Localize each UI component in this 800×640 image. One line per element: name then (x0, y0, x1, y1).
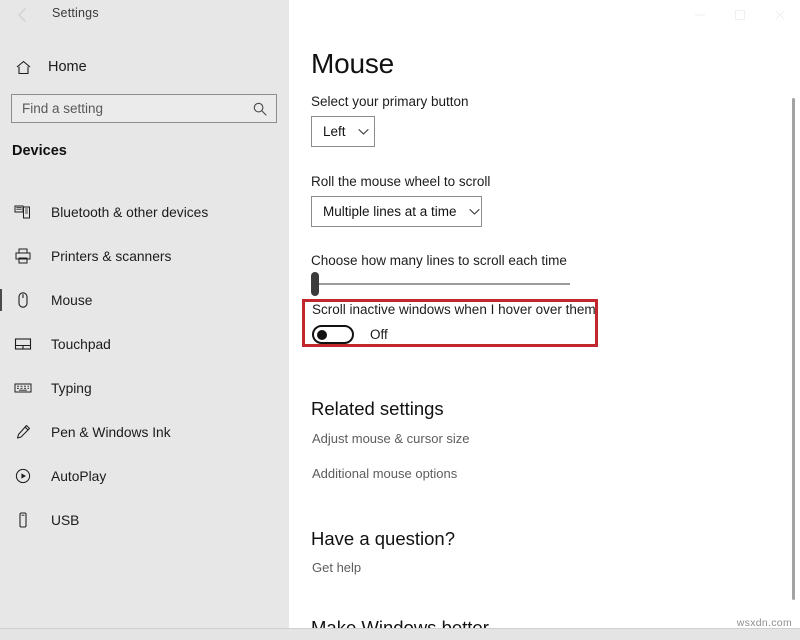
home-icon (12, 56, 34, 78)
maximize-icon[interactable] (720, 0, 760, 30)
sidebar-item-label: Pen & Windows Ink (51, 425, 171, 440)
main-content: Mouse Select your primary button Left Ro… (289, 0, 800, 628)
lines-slider-label: Choose how many lines to scroll each tim… (311, 253, 567, 268)
printer-icon (12, 245, 34, 267)
related-settings-title: Related settings (311, 398, 444, 420)
sidebar-item-label: Bluetooth & other devices (51, 205, 208, 220)
wheel-scroll-dropdown[interactable]: Multiple lines at a time (311, 196, 482, 227)
selection-indicator (0, 509, 2, 531)
sidebar-item-label: Mouse (51, 293, 92, 308)
usb-icon (12, 509, 34, 531)
sidebar-nav: Bluetooth & other devices Printers & sca… (0, 190, 289, 542)
autoplay-icon (12, 465, 34, 487)
bottom-strip (0, 628, 800, 640)
selection-indicator (0, 333, 2, 355)
keyboard-icon (12, 377, 34, 399)
primary-button-value: Left (323, 124, 346, 139)
sidebar-item-label: USB (51, 513, 79, 528)
have-question-title: Have a question? (311, 528, 455, 550)
mouse-icon (12, 289, 34, 311)
pen-icon (12, 421, 34, 443)
sidebar-item-mouse[interactable]: Mouse (0, 278, 289, 322)
settings-window: Settings Home (0, 0, 800, 640)
sidebar-item-label: Touchpad (51, 337, 111, 352)
inactive-scroll-toggle-row[interactable]: Off (312, 325, 388, 344)
window-controls (680, 0, 800, 30)
search-icon[interactable] (247, 96, 273, 122)
bluetooth-devices-icon (12, 201, 34, 223)
app-title: Settings (52, 6, 99, 20)
sidebar-item-autoplay[interactable]: AutoPlay (0, 454, 289, 498)
selection-indicator (0, 289, 2, 311)
touchpad-icon (12, 333, 34, 355)
sidebar-item-bluetooth-other-devices[interactable]: Bluetooth & other devices (0, 190, 289, 234)
inactive-scroll-label: Scroll inactive windows when I hover ove… (312, 302, 596, 317)
watermark: wsxdn.com (737, 617, 792, 629)
sidebar-item-home[interactable]: Home (0, 52, 289, 82)
sidebar-section-title: Devices (12, 143, 67, 159)
primary-button-label: Select your primary button (311, 94, 469, 109)
chevron-down-icon (469, 208, 480, 216)
sidebar-item-typing[interactable]: Typing (0, 366, 289, 410)
inactive-scroll-state: Off (370, 327, 388, 342)
page-title: Mouse (311, 48, 394, 80)
sidebar-item-printers-scanners[interactable]: Printers & scanners (0, 234, 289, 278)
wheel-scroll-value: Multiple lines at a time (323, 204, 457, 219)
make-windows-better-title: Make Windows better (311, 617, 489, 628)
selection-indicator (0, 201, 2, 223)
sidebar-item-home-label: Home (48, 59, 87, 75)
sidebar-item-pen-windows-ink[interactable]: Pen & Windows Ink (0, 410, 289, 454)
sidebar-item-label: AutoPlay (51, 469, 106, 484)
toggle-knob (317, 330, 327, 340)
close-icon[interactable] (760, 0, 800, 30)
sidebar-item-usb[interactable]: USB (0, 498, 289, 542)
wheel-scroll-label: Roll the mouse wheel to scroll (311, 174, 490, 189)
inactive-scroll-toggle[interactable] (312, 325, 354, 344)
slider-thumb[interactable] (311, 272, 319, 296)
slider-track (311, 283, 570, 285)
sidebar-item-touchpad[interactable]: Touchpad (0, 322, 289, 366)
chevron-down-icon (358, 128, 369, 136)
back-arrow-icon[interactable] (12, 4, 34, 26)
search-box[interactable] (11, 94, 277, 123)
minimize-icon[interactable] (680, 0, 720, 30)
link-additional-mouse-options[interactable]: Additional mouse options (312, 466, 457, 481)
link-adjust-mouse-cursor-size[interactable]: Adjust mouse & cursor size (312, 431, 470, 446)
selection-indicator (0, 465, 2, 487)
sidebar-item-label: Typing (51, 381, 92, 396)
search-input[interactable] (12, 101, 247, 116)
selection-indicator (0, 421, 2, 443)
title-bar: Settings (0, 0, 800, 30)
content-scrollbar[interactable] (792, 98, 795, 600)
sidebar-item-label: Printers & scanners (51, 249, 171, 264)
primary-button-dropdown[interactable]: Left (311, 116, 375, 147)
selection-indicator (0, 377, 2, 399)
link-get-help[interactable]: Get help (312, 560, 361, 575)
lines-slider[interactable] (311, 283, 570, 287)
selection-indicator (0, 245, 2, 267)
sidebar: Home Devices (0, 0, 289, 628)
